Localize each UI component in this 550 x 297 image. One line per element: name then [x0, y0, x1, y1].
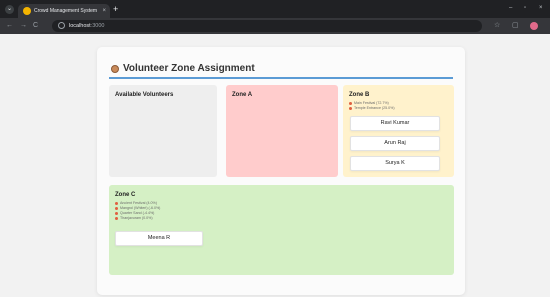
zone-a-label: Zone A — [232, 92, 253, 98]
zone-c-locations: Ancient Festival (4.0%) Mangrol (Whiteri… — [115, 201, 160, 221]
tab-strip: ⌄ Crowd Management System × + – ▫ × — [0, 0, 550, 18]
assignment-card: Volunteer Zone Assignment Available Volu… — [97, 47, 465, 295]
new-tab-button[interactable]: + — [113, 4, 118, 14]
browser-toolbar: ← → C localhost:3000 ☆ ▢ — [0, 18, 550, 34]
zone-c-label: Zone C — [115, 192, 136, 198]
page-title: Volunteer Zone Assignment — [123, 63, 255, 74]
zone-b-location: Temple Entrance (25.0%) — [349, 106, 395, 111]
volunteer-card[interactable]: Meena R — [115, 231, 203, 246]
zone-available-label: Available Volunteers — [115, 92, 174, 98]
zone-c-location: Thanjavuram (0.0%) — [115, 216, 160, 221]
tab-close-icon[interactable]: × — [102, 6, 106, 16]
zone-b-locations: Main Festival (72.7%) Temple Entrance (2… — [349, 101, 395, 111]
url-text: localhost:3000 — [69, 23, 105, 29]
minimize-window-icon[interactable]: – — [509, 3, 512, 13]
page-viewport: Volunteer Zone Assignment Available Volu… — [0, 34, 550, 297]
pin-icon — [115, 206, 118, 210]
volunteer-card[interactable]: Surya K — [350, 156, 440, 171]
zone-c[interactable]: Zone C Ancient Festival (4.0%) Mangrol (… — [109, 185, 454, 275]
pin-icon — [115, 201, 118, 205]
tab-search-icon[interactable]: ⌄ — [5, 5, 14, 14]
pin-icon — [115, 216, 118, 220]
close-window-icon[interactable]: × — [539, 3, 543, 13]
forward-icon[interactable]: → — [20, 21, 27, 31]
zone-a[interactable]: Zone A — [226, 85, 338, 177]
zone-b[interactable]: Zone B Main Festival (72.7%) Temple Entr… — [343, 85, 454, 177]
location-pin-icon — [111, 65, 119, 73]
profile-avatar-icon[interactable] — [530, 22, 538, 30]
back-icon[interactable]: ← — [6, 21, 13, 31]
tab-title: Crowd Management System — [34, 8, 98, 14]
browser-chrome: ⌄ Crowd Management System × + – ▫ × ← → … — [0, 0, 550, 34]
title-underline — [109, 77, 453, 79]
reload-icon[interactable]: C — [33, 21, 38, 31]
address-bar[interactable]: localhost:3000 — [52, 20, 482, 32]
zone-available[interactable]: Available Volunteers — [109, 85, 217, 177]
browser-tab[interactable]: Crowd Management System × — [18, 4, 110, 18]
pin-icon — [349, 106, 352, 110]
maximize-window-icon[interactable]: ▫ — [524, 3, 526, 13]
volunteer-card[interactable]: Ravi Kumar — [350, 116, 440, 131]
pin-icon — [349, 101, 352, 105]
volunteer-card[interactable]: Arun Raj — [350, 136, 440, 151]
favicon-icon — [23, 7, 31, 15]
bookmark-star-icon[interactable]: ☆ — [494, 21, 500, 31]
extensions-icon[interactable]: ▢ — [512, 21, 519, 31]
zone-b-label: Zone B — [349, 92, 370, 98]
pin-icon — [115, 211, 118, 215]
site-info-icon[interactable] — [58, 22, 65, 29]
